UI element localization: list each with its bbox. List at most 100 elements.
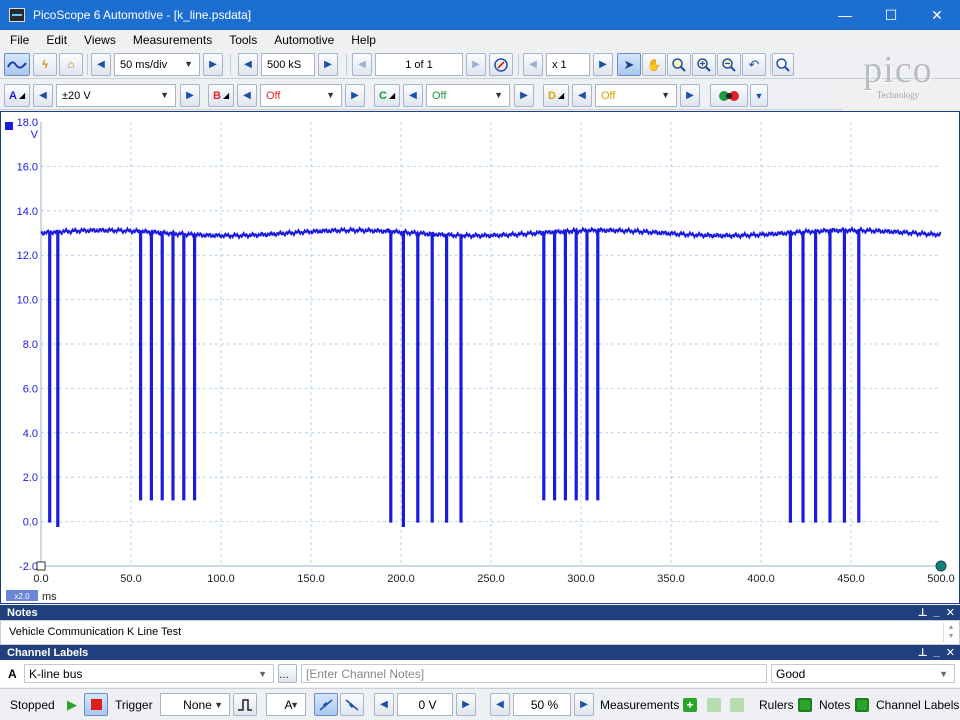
zoom-down-button[interactable]: ◀ — [523, 53, 543, 76]
channel-c-range-down-button[interactable]: ◀ — [403, 84, 423, 107]
channel-status-select[interactable]: Good ▼ — [771, 664, 955, 683]
rulers-icon[interactable] — [796, 693, 814, 716]
zoom-select[interactable]: x 1 — [546, 53, 590, 76]
y-tick-label: 10.0 — [17, 295, 38, 307]
pretrigger-down-button[interactable]: ◀ — [490, 693, 510, 716]
notes-text-area[interactable]: Vehicle Communication K Line Test ▲ ▼ — [0, 620, 960, 645]
channel-d-range-select[interactable]: Off ▼ — [595, 84, 677, 107]
collapse-icon[interactable]: _ — [934, 646, 940, 659]
trigger-threshold-field[interactable]: 0 V — [397, 693, 453, 716]
add-measurement-icon[interactable]: + — [681, 693, 699, 716]
buffer-next-button[interactable]: ▶ — [466, 53, 486, 76]
channel-c-range-select[interactable]: Off ▼ — [426, 84, 510, 107]
y-tick-label: 6.0 — [23, 383, 38, 395]
hand-tool-icon[interactable]: ✋ — [642, 53, 666, 76]
timebase-down-button[interactable]: ◀ — [91, 53, 111, 76]
pin-icon[interactable]: ⊥ — [918, 646, 928, 659]
menu-automotive[interactable]: Automotive — [274, 33, 334, 47]
channel-d-range-up-button[interactable]: ▶ — [680, 84, 700, 107]
timebase-up-button[interactable]: ▶ — [203, 53, 223, 76]
pretrigger-field[interactable]: 50 % — [513, 693, 571, 716]
zoom-area-icon[interactable] — [667, 53, 691, 76]
zoom-in-icon[interactable] — [692, 53, 716, 76]
pretrigger-up-button[interactable]: ▶ — [574, 693, 594, 716]
close-pane-icon[interactable]: ✕ — [946, 646, 955, 659]
trigger-channel-select[interactable]: A ▼ — [266, 693, 306, 716]
notes-label: Notes — [819, 697, 851, 712]
channel-a-range-select[interactable]: ±20 V ▼ — [56, 84, 176, 107]
menu-views[interactable]: Views — [84, 33, 116, 47]
capture-toolbar: ϟ ⌂ ◀ 50 ms/div ▼ ▶ ◀ 500 kS ▶ ◀ 1 of 1 ▶… — [0, 50, 960, 79]
threshold-up-button[interactable]: ▶ — [456, 693, 476, 716]
threshold-down-button[interactable]: ◀ — [374, 693, 394, 716]
advanced-trigger-icon[interactable] — [233, 693, 257, 716]
rising-edge-icon[interactable] — [314, 693, 338, 716]
pointer-tool-icon[interactable]: ➤ — [617, 53, 641, 76]
menu-tools[interactable]: Tools — [229, 33, 257, 47]
y-tick-label: 8.0 — [23, 339, 38, 351]
channel-b-range-down-button[interactable]: ◀ — [237, 84, 257, 107]
buffer-prev-button[interactable]: ◀ — [352, 53, 372, 76]
scope-view[interactable]: 18.0 16.0 14.0 12.0 10.0 8.0 6.0 4.0 2.0 0.0 -2.0 0… — [0, 111, 960, 604]
samples-select[interactable]: 500 kS — [261, 53, 315, 76]
close-pane-icon[interactable]: ✕ — [946, 606, 955, 619]
channel-d-options[interactable]: D ◢ — [543, 84, 569, 107]
notes-text: Vehicle Communication K Line Test — [9, 626, 182, 638]
menu-measurements[interactable]: Measurements — [133, 33, 212, 47]
probe-settings-icon[interactable] — [710, 84, 748, 107]
timebase-select[interactable]: 50 ms/div ▼ — [114, 53, 200, 76]
pico-logo: pico Technology — [863, 49, 933, 100]
channel-c-range-up-button[interactable]: ▶ — [514, 84, 534, 107]
minimize-button[interactable]: — — [822, 0, 868, 30]
channel-c-options[interactable]: C ◢ — [374, 84, 400, 107]
menu-file[interactable]: File — [10, 33, 29, 47]
pin-icon[interactable]: ⊥ — [918, 606, 928, 619]
channel-d-range-down-button[interactable]: ◀ — [572, 84, 592, 107]
close-button[interactable]: ✕ — [914, 0, 960, 30]
samples-up-button[interactable]: ▶ — [318, 53, 338, 76]
waveform-chart[interactable]: 18.016.014.012.010.08.06.04.02.00.0-2.00… — [1, 112, 959, 603]
start-capture-icon[interactable]: ▶ — [64, 693, 80, 716]
channel-b-range-select[interactable]: Off ▼ — [260, 84, 342, 107]
channel-a-options[interactable]: A ◢ — [4, 84, 30, 107]
collapse-icon[interactable]: _ — [934, 606, 940, 619]
maximize-button[interactable]: ☐ — [868, 0, 914, 30]
x-tick-label: 400.0 — [747, 573, 775, 585]
channel-labels-label: Channel Labels — [876, 697, 960, 712]
channel-a-range-up-button[interactable]: ▶ — [180, 84, 200, 107]
channel-label-select[interactable]: K-line bus ▼ — [24, 664, 274, 683]
channel-labels-header: Channel Labels ⊥ _ ✕ — [0, 645, 960, 660]
samples-down-button[interactable]: ◀ — [238, 53, 258, 76]
home-icon[interactable]: ⌂ — [59, 53, 83, 76]
buffer-navigator[interactable]: 1 of 1 — [375, 53, 463, 76]
x-tick-label: 350.0 — [657, 573, 685, 585]
zoom-out-icon[interactable] — [717, 53, 741, 76]
notes-icon[interactable] — [853, 693, 871, 716]
y-axis-unit: V — [31, 129, 39, 141]
measurements-label: Measurements — [600, 697, 680, 712]
zoom-overview-icon[interactable] — [772, 53, 794, 76]
delete-measurement-icon[interactable] — [728, 693, 746, 716]
notes-scrollbar[interactable]: ▲ ▼ — [943, 623, 958, 642]
edit-measurement-icon[interactable] — [705, 693, 723, 716]
stop-capture-icon[interactable] — [84, 693, 108, 716]
trigger-mode-select[interactable]: None ▼ — [160, 693, 230, 716]
channel-b-range-up-button[interactable]: ▶ — [345, 84, 365, 107]
probe-menu-button[interactable]: ▼ — [750, 84, 768, 107]
channel-label-more-button[interactable]: ... — [278, 664, 297, 683]
auto-setup-icon[interactable]: ϟ — [33, 53, 57, 76]
menu-edit[interactable]: Edit — [46, 33, 67, 47]
menu-bar: File Edit Views Measurements Tools Autom… — [0, 30, 960, 50]
x-tick-label: 300.0 — [567, 573, 595, 585]
menu-help[interactable]: Help — [351, 33, 376, 47]
falling-edge-icon[interactable] — [340, 693, 364, 716]
status-bar: Stopped ▶ Trigger None ▼ A ▼ ◀ 0 V ▶ ◀ 50 … — [0, 688, 960, 720]
undo-zoom-icon[interactable]: ↶ — [742, 53, 766, 76]
channel-notes-input[interactable]: [Enter Channel Notes] — [301, 664, 767, 683]
channel-b-options[interactable]: B ◢ — [208, 84, 234, 107]
buffer-overview-icon[interactable] — [489, 53, 513, 76]
scope-mode-icon[interactable] — [4, 53, 30, 76]
x-scale-badge-text: x2.0 — [14, 592, 30, 601]
channel-a-range-down-button[interactable]: ◀ — [33, 84, 53, 107]
zoom-up-button[interactable]: ▶ — [593, 53, 613, 76]
